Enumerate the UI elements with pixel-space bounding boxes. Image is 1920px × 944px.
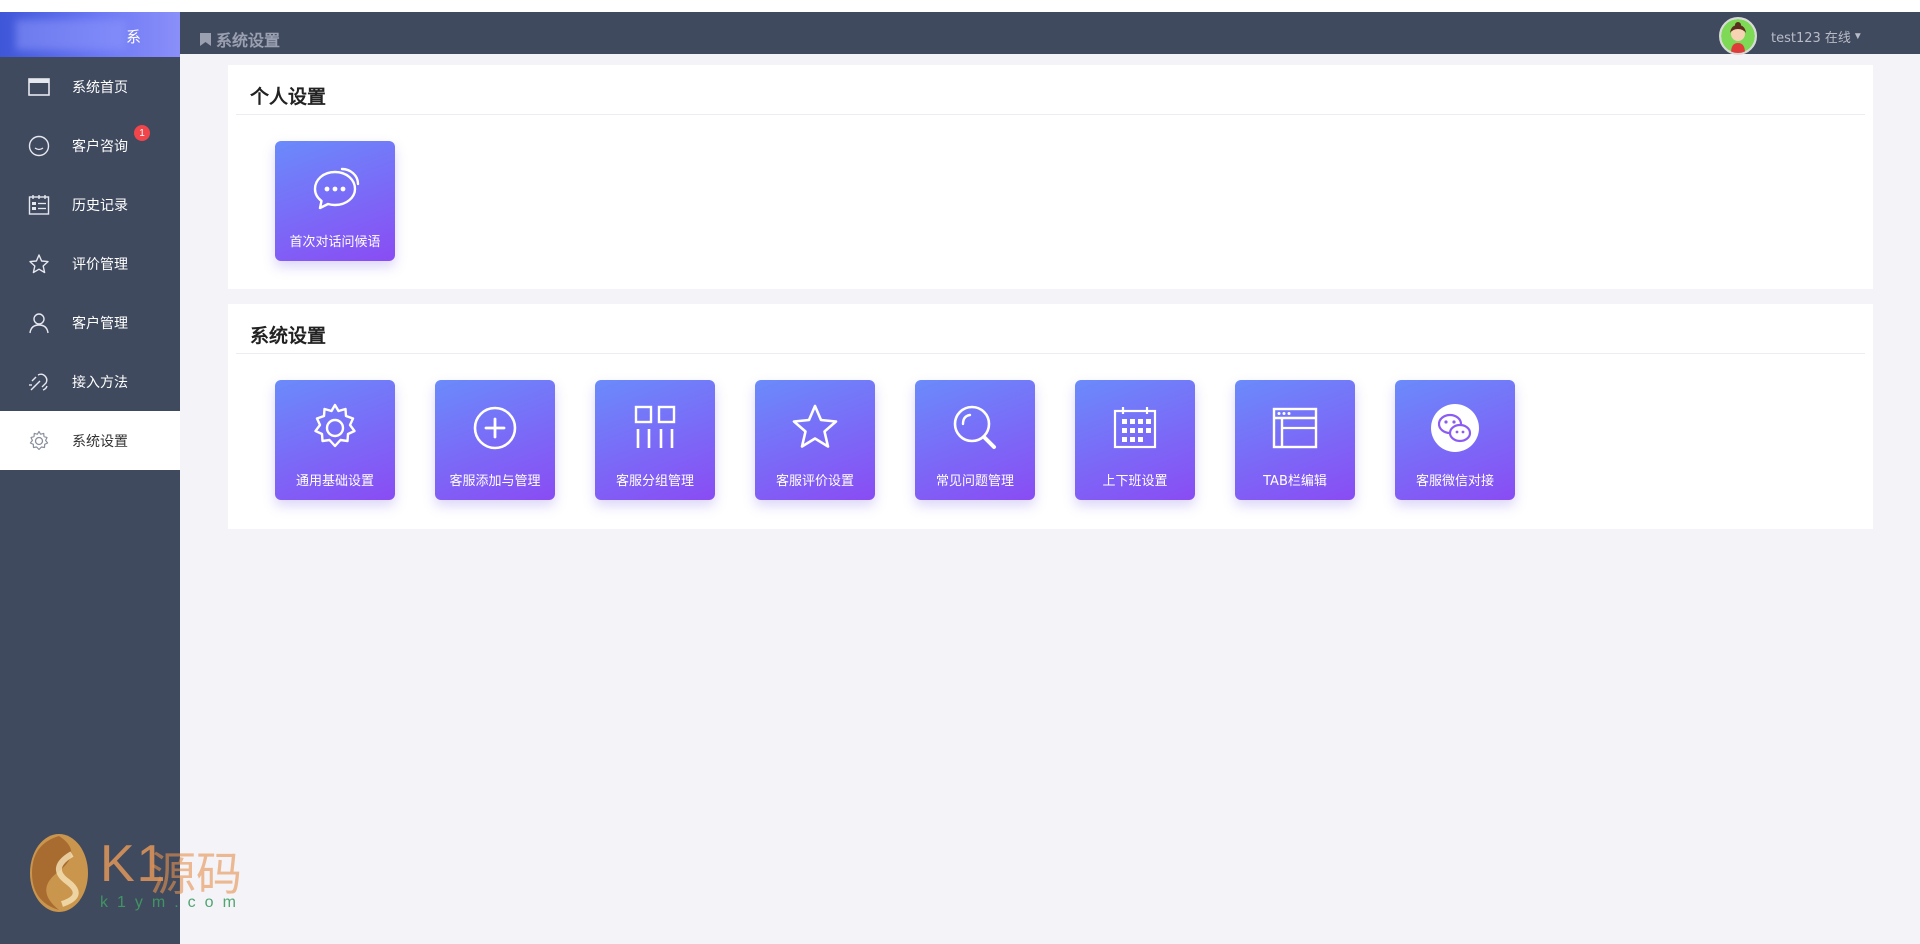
gear-icon	[314, 403, 356, 448]
tile-rating-settings[interactable]: 客服评价设置	[755, 380, 875, 500]
sidebar-menu: 系统首页 客户咨询 1 历史记录 评价管理 客户管理 接入方法 系统设置	[0, 57, 180, 470]
user-menu[interactable]: test123 在线 ▼	[1719, 16, 1863, 56]
tile-wechat-integration[interactable]: 客服微信对接	[1395, 380, 1515, 500]
tile-label: 常见问题管理	[935, 474, 1014, 489]
sidebar-item-label: 历史记录	[72, 197, 128, 214]
calendar-icon	[1113, 407, 1157, 449]
logo-image	[16, 20, 126, 50]
sidebar-item-label: 客户咨询	[72, 138, 128, 155]
tile-label: 上下班设置	[1102, 474, 1168, 489]
tile-label: 客服微信对接	[1415, 474, 1494, 489]
sidebar-item-integration[interactable]: 接入方法	[0, 352, 180, 411]
sidebar-item-customers[interactable]: 客户管理	[0, 293, 180, 352]
unread-badge: 1	[134, 125, 150, 141]
tile-label: TAB栏编辑	[1263, 474, 1327, 489]
chat-bubble-icon	[313, 167, 360, 210]
avatar[interactable]	[1719, 17, 1757, 55]
panel-title: 系统设置	[250, 325, 327, 347]
logo-text: 系	[126, 28, 142, 46]
watermark-url: k1ym.com	[100, 894, 245, 911]
breadcrumb-text: 系统设置	[216, 31, 281, 50]
watermark-emblem	[30, 834, 88, 912]
app-root: 系 系统首页 客户咨询 1 历史记录 评价管理 客户管理 接入方法 系统设置 K…	[0, 12, 1920, 944]
browser-window-icon	[1272, 407, 1318, 449]
list-icon	[26, 192, 52, 218]
tile-work-hours[interactable]: 上下班设置	[1075, 380, 1195, 500]
star-icon	[792, 404, 838, 448]
top-header: 系统设置 test123 在线 ▼	[180, 12, 1920, 56]
tile-first-greeting[interactable]: 首次对话问候语	[275, 141, 395, 261]
sidebar-item-rating[interactable]: 评价管理	[0, 234, 180, 293]
logo-bar[interactable]: 系	[0, 12, 180, 57]
caret-down-icon[interactable]: ▼	[1853, 31, 1863, 42]
sidebar-item-consult[interactable]: 客户咨询 1	[0, 116, 180, 175]
search-icon	[953, 405, 996, 449]
tile-label: 客服添加与管理	[449, 474, 541, 489]
tile-label: 首次对话问候语	[289, 235, 381, 250]
tile-tab-editor[interactable]: TAB栏编辑	[1235, 380, 1355, 500]
user-icon	[26, 310, 52, 336]
tile-label: 客服分组管理	[615, 474, 694, 489]
tile-faq-management[interactable]: 常见问题管理	[915, 380, 1035, 500]
plus-circle-icon	[473, 406, 517, 450]
breadcrumb: 系统设置	[200, 27, 280, 51]
sidebar-item-label: 系统设置	[72, 433, 128, 450]
sidebar-item-home[interactable]: 系统首页	[0, 57, 180, 116]
tile-label: 客服评价设置	[775, 474, 854, 489]
group-icon	[634, 405, 676, 448]
watermark-logo: K1 源码 k1ym.com	[28, 832, 248, 922]
personal-settings-panel: 个人设置 首次对话问候语	[228, 65, 1873, 289]
system-settings-panel: 系统设置 通用基础设置 客服添加与管理 客服分组管理 客服评价设置 常见问题管理…	[228, 304, 1873, 529]
sidebar-item-settings[interactable]: 系统设置	[0, 411, 180, 470]
window-icon	[26, 74, 52, 100]
star-icon	[26, 251, 52, 277]
tile-agent-management[interactable]: 客服添加与管理	[435, 380, 555, 500]
divider	[236, 353, 1865, 354]
sidebar-item-history[interactable]: 历史记录	[0, 175, 180, 234]
avatar-icon	[1721, 19, 1755, 53]
tile-label: 通用基础设置	[295, 474, 374, 489]
tile-agent-groups[interactable]: 客服分组管理	[595, 380, 715, 500]
tile-general-settings[interactable]: 通用基础设置	[275, 380, 395, 500]
tile-grid: 首次对话问候语	[275, 141, 395, 261]
user-status[interactable]: test123 在线	[1771, 27, 1851, 46]
sidebar-item-label: 评价管理	[72, 256, 128, 273]
sidebar-item-label: 客户管理	[72, 315, 128, 332]
sidebar: 系 系统首页 客户咨询 1 历史记录 评价管理 客户管理 接入方法 系统设置 K…	[0, 12, 242, 944]
sidebar-item-label: 接入方法	[72, 374, 128, 391]
panel-title: 个人设置	[250, 86, 327, 108]
wechat-icon	[1431, 404, 1479, 452]
tile-grid: 通用基础设置 客服添加与管理 客服分组管理 客服评价设置 常见问题管理 上下班设…	[275, 380, 1515, 500]
bookmark-icon	[200, 32, 211, 46]
gear-icon	[26, 428, 52, 454]
sidebar-item-label: 系统首页	[72, 79, 128, 96]
divider	[236, 114, 1865, 115]
smile-icon	[26, 133, 52, 159]
plug-icon	[26, 369, 52, 395]
